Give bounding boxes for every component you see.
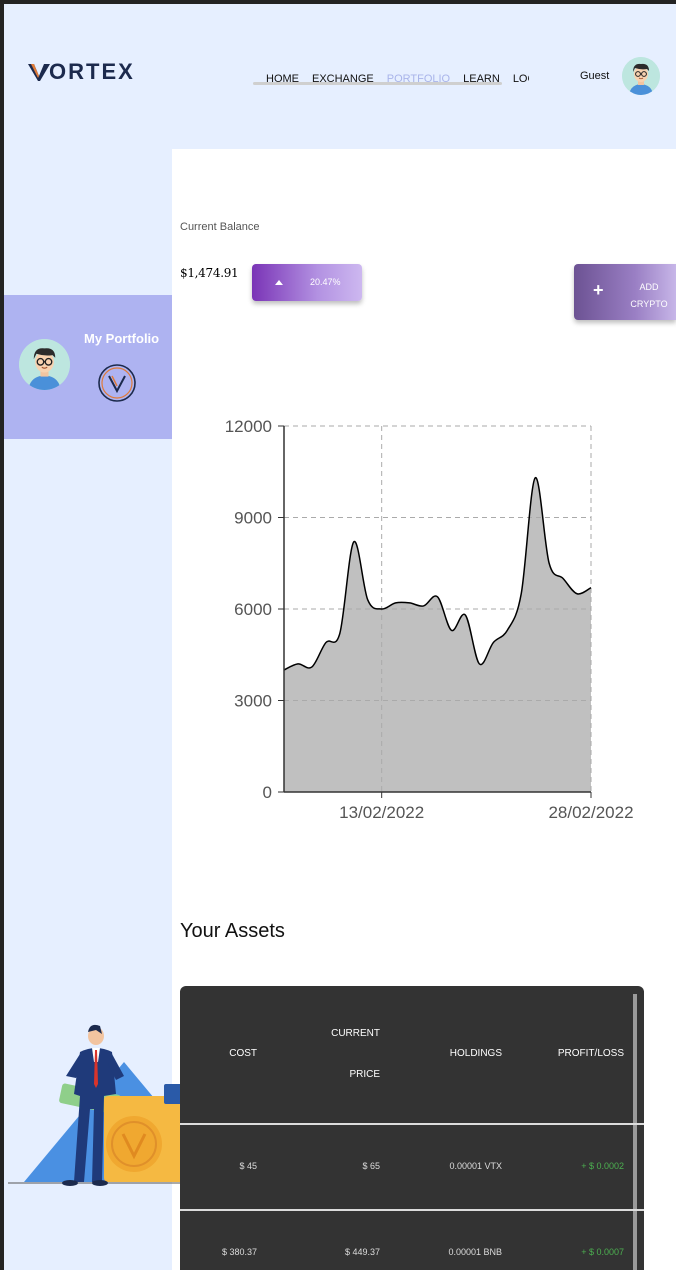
chart-y-tick-label: 6000 bbox=[234, 600, 272, 619]
brand-logo[interactable]: ORTEX bbox=[28, 59, 135, 84]
nav-item-exchange[interactable]: EXCHANGE bbox=[312, 73, 374, 85]
table-scrollbar[interactable] bbox=[633, 994, 637, 1270]
balance-change-badge: 20.47% bbox=[252, 264, 362, 301]
vortex-coin-icon bbox=[98, 364, 136, 402]
balance-label: Current Balance bbox=[180, 221, 260, 233]
column-header-current-price-line1[interactable]: CURRENT bbox=[300, 1028, 380, 1039]
balance-value: $1,474.91 bbox=[180, 266, 239, 280]
chart-area-fill bbox=[284, 477, 591, 792]
user-avatar-icon[interactable] bbox=[622, 57, 660, 95]
chart-y-tick-label: 12000 bbox=[225, 417, 272, 436]
assets-title: Your Assets bbox=[180, 920, 285, 942]
nav-item-learn[interactable]: LEARN bbox=[463, 73, 500, 85]
vortex-logo-icon bbox=[28, 64, 50, 81]
table-cell-current-price: $ 65 bbox=[362, 1161, 380, 1171]
arrow-up-icon bbox=[275, 280, 283, 285]
column-header-profit-loss[interactable]: PROFIT/LOSS bbox=[530, 1048, 624, 1059]
nav-item-home[interactable]: HOME bbox=[266, 73, 299, 85]
chart-y-tick-label: 9000 bbox=[234, 509, 272, 528]
column-header-holdings[interactable]: HOLDINGS bbox=[410, 1048, 502, 1059]
balance-change-value: 20.47% bbox=[310, 277, 341, 287]
portfolio-card-title: My Portfolio bbox=[84, 331, 160, 346]
brand-name: ORTEX bbox=[49, 59, 135, 84]
main-nav: HOME EXCHANGE PORTFOLIO LEARN LOGIN bbox=[253, 70, 529, 88]
table-cell-current-price: $ 449.37 bbox=[344, 1247, 380, 1257]
column-header-current-price-line2[interactable]: PRICE bbox=[300, 1069, 380, 1080]
balance-chart: 0 3000 6000 9000 12000 13/02/2022 28/02/2022 bbox=[180, 408, 640, 828]
table-cell-holdings: 0.00001 VTX bbox=[449, 1161, 502, 1171]
add-crypto-label: ADD CRYPTO bbox=[630, 282, 668, 309]
row-divider bbox=[180, 1209, 644, 1211]
chart-svg: 0 3000 6000 9000 12000 13/02/2022 28/02/2022 bbox=[225, 417, 634, 822]
table-cell-cost: $ 380.37 bbox=[221, 1247, 257, 1257]
avatar-icon bbox=[19, 339, 70, 390]
table-cell-profit-loss: + $ 0.0007 bbox=[581, 1247, 624, 1257]
top-header: ORTEX HOME EXCHANGE PORTFOLIO LEARN LOGI… bbox=[4, 4, 676, 149]
add-crypto-button[interactable]: + ADD CRYPTO bbox=[574, 264, 676, 320]
assets-table: COST CURRENT PRICE HOLDINGS PROFIT/LOSS … bbox=[180, 986, 644, 1270]
nav-item-login[interactable]: LOGIN bbox=[513, 73, 529, 85]
plus-icon: + bbox=[593, 280, 604, 300]
table-cell-holdings: 0.00001 BNB bbox=[448, 1247, 502, 1257]
businessman-illustration bbox=[8, 1024, 184, 1186]
chart-x-tick-label: 13/02/2022 bbox=[339, 803, 424, 822]
chart-y-tick-label: 3000 bbox=[234, 692, 272, 711]
chart-y-tick-label: 0 bbox=[263, 783, 272, 802]
app-frame: ORTEX HOME EXCHANGE PORTFOLIO LEARN LOGI… bbox=[4, 4, 676, 1270]
table-cell-cost: $ 45 bbox=[239, 1161, 257, 1171]
table-cell-profit-loss: + $ 0.0002 bbox=[581, 1161, 624, 1171]
row-divider bbox=[180, 1123, 644, 1125]
user-name: Guest bbox=[580, 70, 610, 82]
column-header-cost[interactable]: COST bbox=[180, 1048, 257, 1059]
portfolio-card[interactable]: My Portfolio bbox=[4, 295, 172, 439]
nav-item-portfolio[interactable]: PORTFOLIO bbox=[387, 73, 450, 85]
chart-x-tick-label: 28/02/2022 bbox=[548, 803, 633, 822]
